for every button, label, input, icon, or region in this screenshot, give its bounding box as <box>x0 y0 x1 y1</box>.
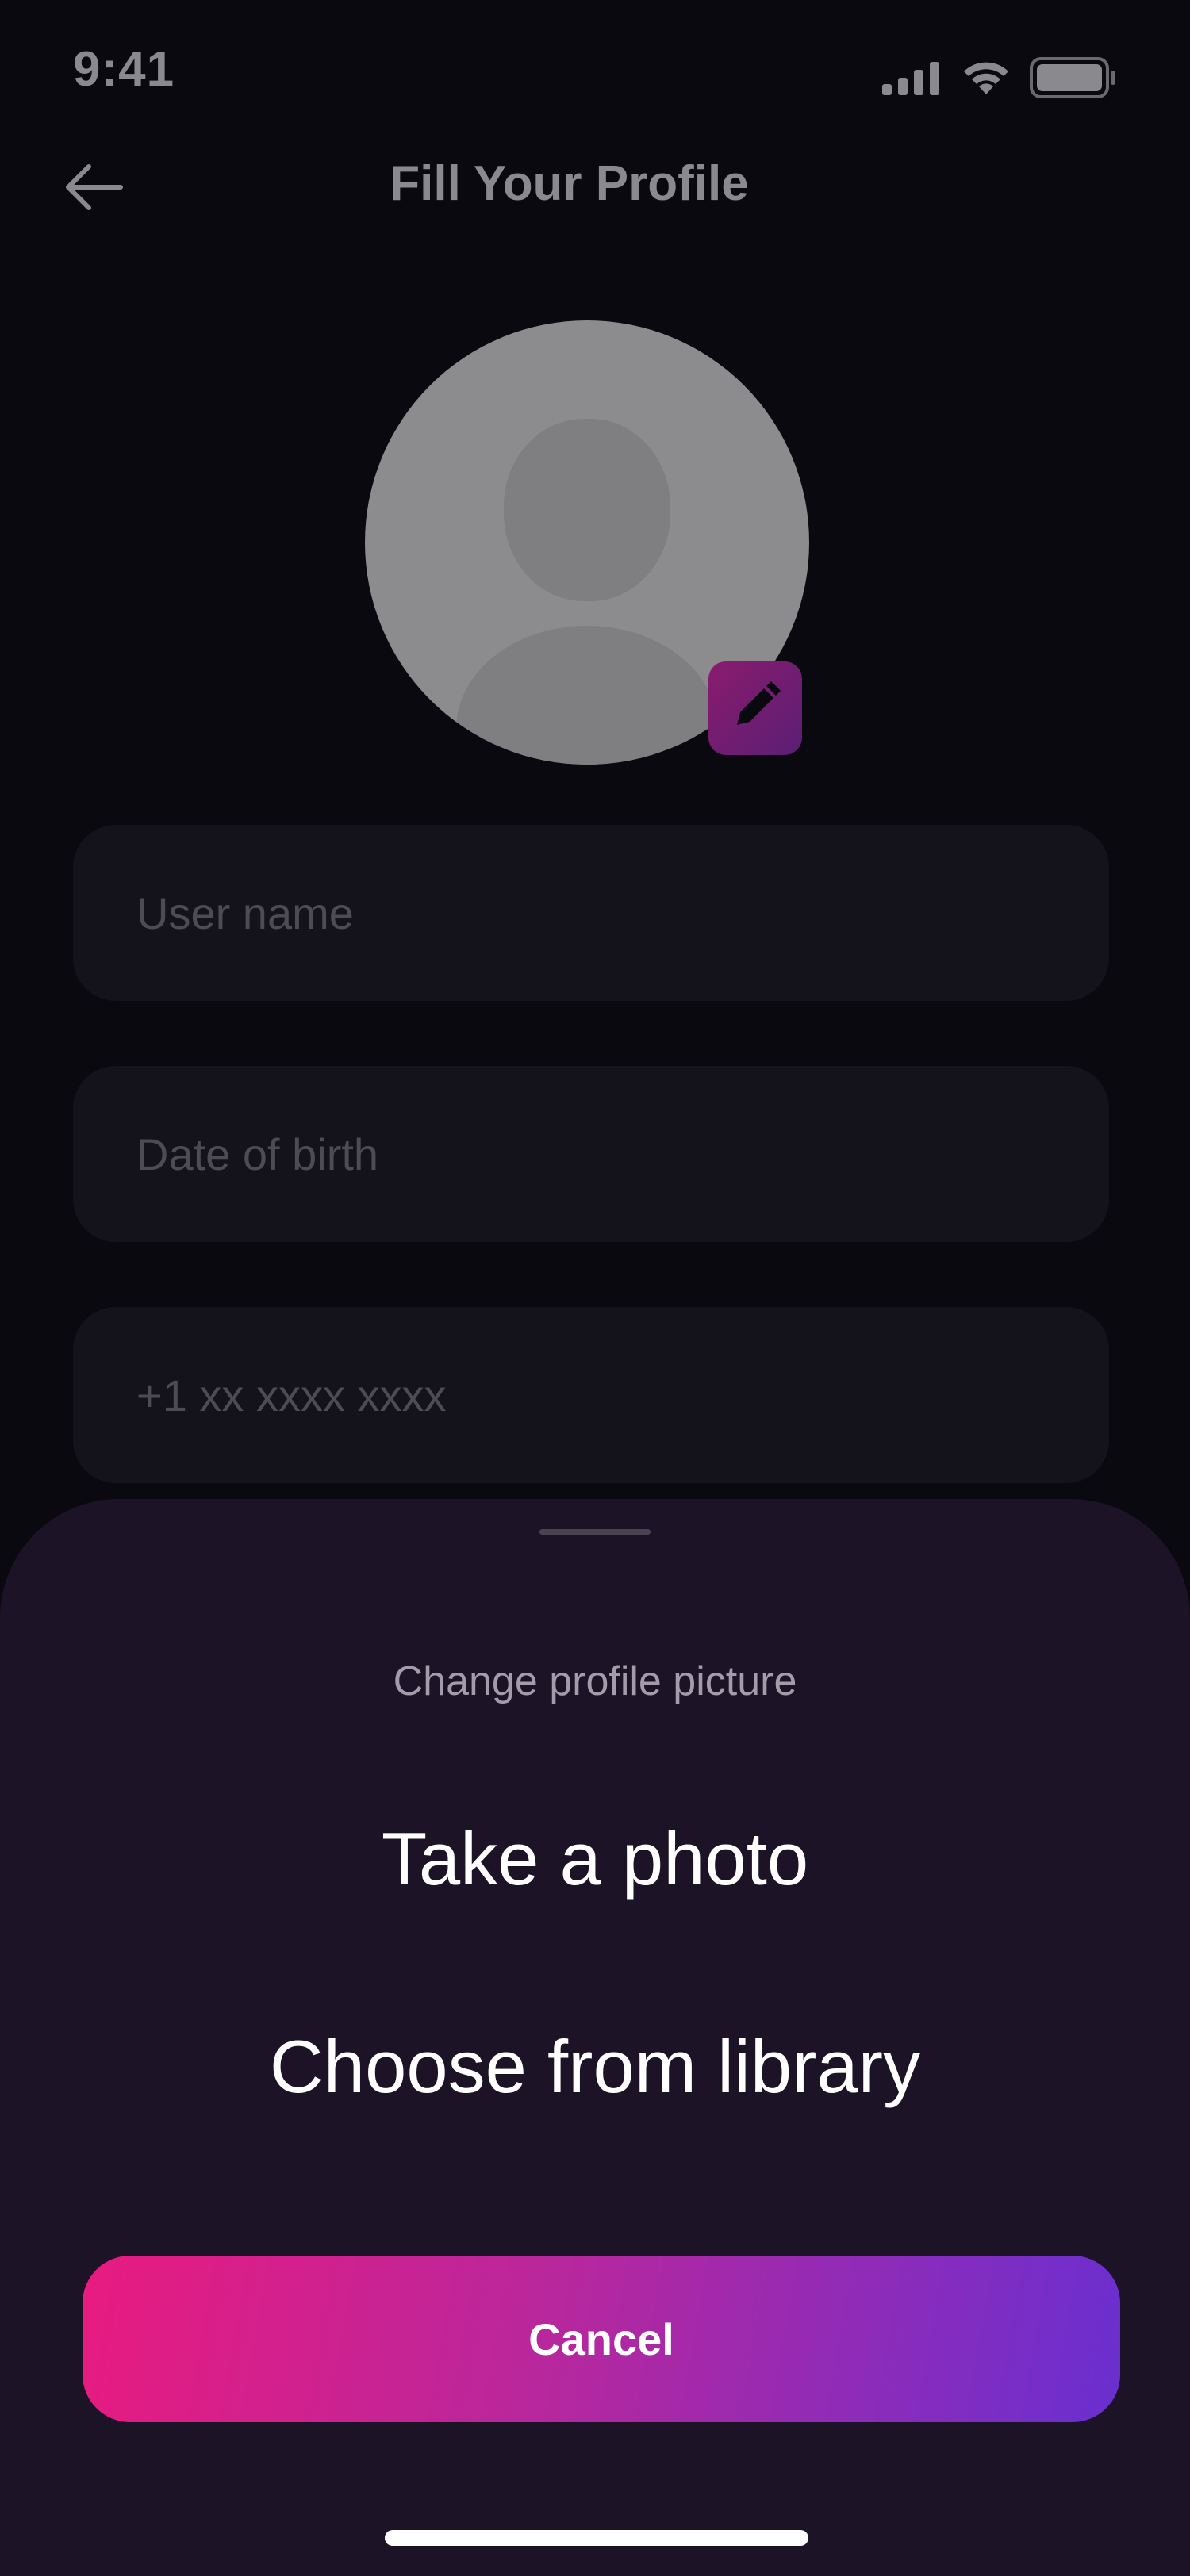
sheet-drag-handle[interactable] <box>539 1529 651 1535</box>
fill-profile-screen: 9:41 Fill Your Profile User name Date of… <box>0 0 1190 2576</box>
take-photo-option[interactable]: Take a photo <box>0 1816 1190 1902</box>
status-time: 9:41 <box>73 42 175 97</box>
battery-icon <box>1030 57 1117 102</box>
username-placeholder: User name <box>136 887 354 938</box>
person-placeholder-body <box>456 626 718 765</box>
phone-field[interactable]: +1 xx xxxx xxxx <box>73 1307 1109 1483</box>
dob-placeholder: Date of birth <box>136 1129 379 1179</box>
sheet-title: Change profile picture <box>393 1658 797 1704</box>
cancel-button[interactable]: Cancel <box>83 2256 1120 2422</box>
edit-avatar-button[interactable] <box>708 661 802 755</box>
home-indicator[interactable] <box>385 2530 808 2546</box>
page-title: Fill Your Profile <box>390 156 749 211</box>
person-placeholder-icon <box>504 419 670 601</box>
wifi-icon <box>962 59 1011 100</box>
username-field[interactable]: User name <box>73 825 1109 1001</box>
pencil-icon <box>729 680 781 737</box>
choose-from-library-option[interactable]: Choose from library <box>0 2024 1190 2110</box>
cellular-signal-icon <box>882 60 942 99</box>
date-of-birth-field[interactable]: Date of birth <box>73 1066 1109 1242</box>
change-picture-sheet: Change profile picture Take a photo Choo… <box>0 1499 1190 2576</box>
phone-placeholder: +1 xx xxxx xxxx <box>136 1370 447 1420</box>
status-icons <box>882 57 1117 102</box>
